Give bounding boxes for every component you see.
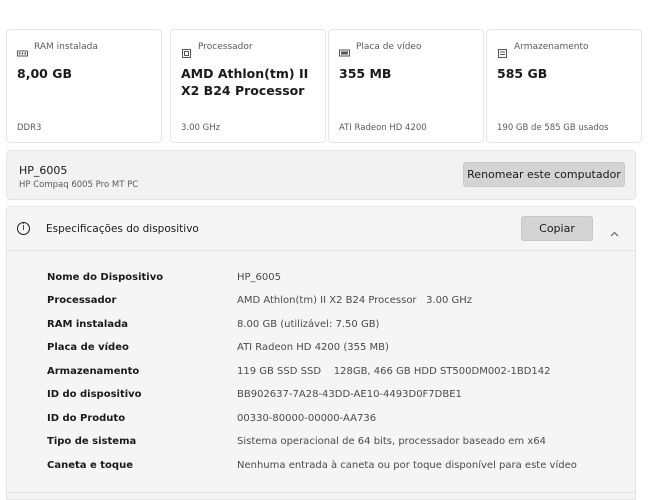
card-video: Placa de vídeo 355 MB ATI Radeon HD 4200 xyxy=(328,29,484,143)
card-processor: Processador AMD Athlon(tm) II X2 B24 Pro… xyxy=(170,29,326,143)
card-video-sub: ATI Radeon HD 4200 xyxy=(339,123,427,133)
spec-key: Processador xyxy=(47,295,117,306)
card-storage-sub: 190 GB de 585 GB usados xyxy=(497,123,609,133)
copy-button[interactable]: Copiar xyxy=(521,216,593,241)
card-ram: RAM instalada 8,00 GB DDR3 xyxy=(6,29,162,143)
spec-value: 119 GB SSD SSD 128GB, 466 GB HDD ST500DM… xyxy=(237,366,551,377)
spec-value: Nenhuma entrada à caneta ou por toque di… xyxy=(237,460,577,471)
spec-value: BB902637-7A28-43DD-AE10-4493D0F7DBE1 xyxy=(237,389,462,400)
spec-key: ID do dispositivo xyxy=(47,389,142,400)
spec-key: Armazenamento xyxy=(47,366,140,377)
display-icon xyxy=(339,43,350,56)
processor-icon xyxy=(181,43,192,58)
device-specifications-panel: i Especificações do dispositivo Copiar N… xyxy=(6,206,636,500)
spec-value: Sistema operacional de 64 bits, processa… xyxy=(237,436,546,447)
spec-value: 8.00 GB (utilizável: 7.50 GB) xyxy=(237,319,380,330)
spec-row: Placa de vídeo ATI Radeon HD 4200 (355 M… xyxy=(47,342,627,360)
computer-model: HP Compaq 6005 Pro MT PC xyxy=(19,180,139,190)
card-video-label: Placa de vídeo xyxy=(356,42,422,52)
card-ram-value: 8,00 GB xyxy=(17,66,72,81)
card-ram-sub: DDR3 xyxy=(17,123,42,133)
spec-value: 00330-80000-00000-AA736 xyxy=(237,413,377,424)
spec-row: Processador AMD Athlon(tm) II X2 B24 Pro… xyxy=(47,295,627,313)
spec-value: AMD Athlon(tm) II X2 B24 Processor 3.00 … xyxy=(237,295,473,306)
specs-title: Especificações do dispositivo xyxy=(46,223,199,235)
card-storage: Armazenamento 585 GB 190 GB de 585 GB us… xyxy=(486,29,642,143)
card-storage-label: Armazenamento xyxy=(514,42,589,52)
spec-row: Tipo de sistema Sistema operacional de 6… xyxy=(47,436,627,454)
card-storage-value: 585 GB xyxy=(497,66,548,81)
spec-key: RAM instalada xyxy=(47,319,128,330)
specs-header[interactable]: i Especificações do dispositivo Copiar xyxy=(7,207,635,251)
spec-row: Nome do Dispositivo HP_6005 xyxy=(47,272,627,290)
card-ram-label: RAM instalada xyxy=(34,42,98,52)
spec-key: Tipo de sistema xyxy=(47,436,137,447)
hardware-summary-cards: RAM instalada 8,00 GB DDR3 Processador A… xyxy=(6,29,642,143)
spec-row: Armazenamento 119 GB SSD SSD 128GB, 466 … xyxy=(47,366,627,384)
spec-value: ATI Radeon HD 4200 (355 MB) xyxy=(237,342,389,353)
computer-name-bar: HP_6005 HP Compaq 6005 Pro MT PC Renomea… xyxy=(6,150,636,200)
spec-value: HP_6005 xyxy=(237,272,281,283)
spec-row: Caneta e toque Nenhuma entrada à caneta … xyxy=(47,460,627,478)
storage-icon xyxy=(497,43,508,58)
card-processor-value: AMD Athlon(tm) II X2 B24 Processor xyxy=(181,66,309,98)
spec-row: ID do Produto 00330-80000-00000-AA736 xyxy=(47,413,627,431)
spec-key: Caneta e toque xyxy=(47,460,133,471)
spec-row: RAM instalada 8.00 GB (utilizável: 7.50 … xyxy=(47,319,627,337)
spec-key: Placa de vídeo xyxy=(47,342,129,353)
divider xyxy=(6,492,636,493)
computer-name: HP_6005 xyxy=(19,164,68,177)
card-video-value: 355 MB xyxy=(339,66,392,81)
info-icon: i xyxy=(17,222,30,235)
card-processor-sub: 3.00 GHz xyxy=(181,123,221,133)
spec-key: ID do Produto xyxy=(47,413,126,424)
spec-key: Nome do Dispositivo xyxy=(47,272,164,283)
chevron-up-icon[interactable] xyxy=(610,224,619,237)
ram-icon xyxy=(17,43,28,56)
spec-row: ID do dispositivo BB902637-7A28-43DD-AE1… xyxy=(47,389,627,407)
rename-computer-button[interactable]: Renomear este computador xyxy=(463,162,625,187)
card-processor-label: Processador xyxy=(198,42,253,52)
